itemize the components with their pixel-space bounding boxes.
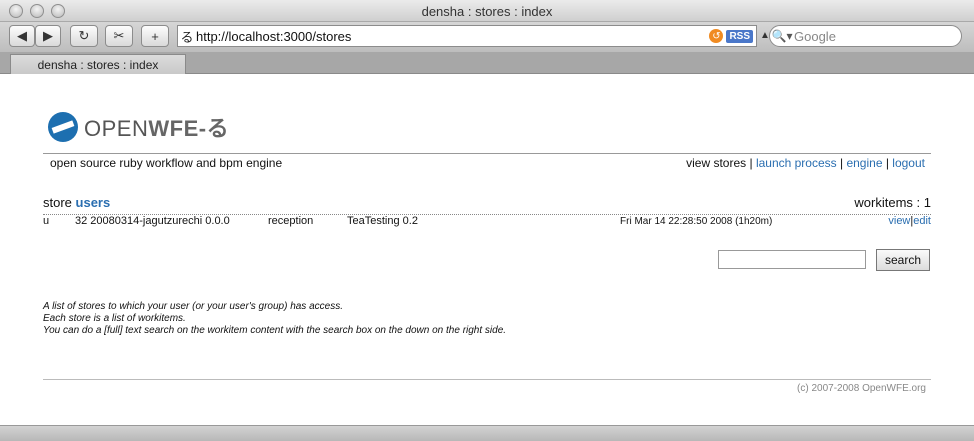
help-line-1: A list of stores to which your user (or … — [43, 301, 343, 312]
web-search-field[interactable]: 🔍▾ Google — [769, 25, 962, 47]
snapback-icon: ✂ — [113, 28, 125, 43]
footer-divider — [43, 379, 931, 380]
nav-launch-process-link[interactable]: launch process — [756, 156, 837, 170]
store-heading: store users — [43, 195, 110, 210]
nav-logout-link[interactable]: logout — [892, 156, 925, 170]
store-name-link[interactable]: users — [76, 195, 111, 210]
workitems-count: workitems : 1 — [854, 195, 931, 210]
nav-view-stores: view stores — [686, 156, 747, 170]
address-bar[interactable]: る http://localhost:3000/stores ↺ RSS — [177, 25, 757, 47]
snapback-orange-icon[interactable]: ↺ — [709, 29, 724, 43]
search-magnifier-icon: 🔍▾ — [771, 29, 793, 43]
tab-bar: densha : stores : index — [0, 52, 974, 74]
browser-toolbar: ◀ ▶ ↻ ✂ + る http://localhost:3000/stores… — [0, 22, 974, 52]
workitem-participant: reception — [268, 215, 314, 227]
window-bottom-bar — [0, 425, 974, 441]
help-text: A list of stores to which your user (or … — [43, 301, 506, 337]
forward-arrow-icon: ▶ — [43, 28, 53, 43]
header-divider — [43, 153, 931, 154]
nav-engine-link[interactable]: engine — [846, 156, 882, 170]
reload-button[interactable]: ↻ — [70, 25, 98, 47]
help-line-2: Each store is a list of workitems. — [43, 313, 186, 324]
workitem-view-link[interactable]: view — [888, 215, 910, 227]
back-button[interactable]: ◀ — [9, 25, 35, 47]
plus-icon: + — [151, 28, 159, 44]
window-titlebar: densha : stores : index — [0, 0, 974, 22]
footer-copyright: (c) 2007-2008 OpenWFE.org — [797, 383, 926, 394]
rss-badge[interactable]: RSS — [726, 29, 753, 43]
logo-text-open: OPEN — [84, 116, 149, 141]
web-search-placeholder[interactable]: Google — [794, 29, 836, 44]
back-arrow-icon: ◀ — [17, 28, 27, 43]
add-bookmark-button[interactable]: + — [141, 25, 169, 47]
workitem-edit-link[interactable]: edit — [913, 215, 931, 227]
forward-button[interactable]: ▶ — [35, 25, 61, 47]
workitem-date: Fri Mar 14 22:28:50 2008 (1h20m) — [620, 216, 773, 227]
workitem-process-link[interactable]: TeaTesting 0.2 — [347, 215, 418, 227]
search-button[interactable]: search — [876, 249, 930, 271]
top-nav: view stores | launch process | engine | … — [686, 156, 925, 170]
address-url[interactable]: http://localhost:3000/stores — [196, 29, 709, 44]
workitem-id: 32 20080314-jagutzurechi 0.0.0 — [75, 215, 230, 227]
store-prefix: store — [43, 195, 72, 210]
snapback-button[interactable]: ✂ — [105, 25, 133, 47]
openwfe-logo-icon — [48, 112, 78, 142]
workitem-search-input[interactable] — [718, 250, 866, 269]
help-line-3: You can do a [full] text search on the w… — [43, 325, 507, 336]
tab-current[interactable]: densha : stores : index — [10, 54, 186, 74]
openwfe-logo: OPENWFE-る — [48, 111, 229, 143]
logo-text-wfe: WFE-る — [148, 116, 230, 141]
tagline: open source ruby workflow and bpm engine — [50, 156, 283, 170]
workitem-col1: u — [43, 215, 50, 227]
workitem-actions: view|edit — [888, 215, 931, 227]
window-title: densha : stores : index — [421, 4, 553, 19]
reload-icon: ↻ — [78, 28, 90, 43]
page-content: OPENWFE-る open source ruby workflow and … — [0, 75, 974, 425]
site-favicon-icon: る — [180, 29, 194, 45]
